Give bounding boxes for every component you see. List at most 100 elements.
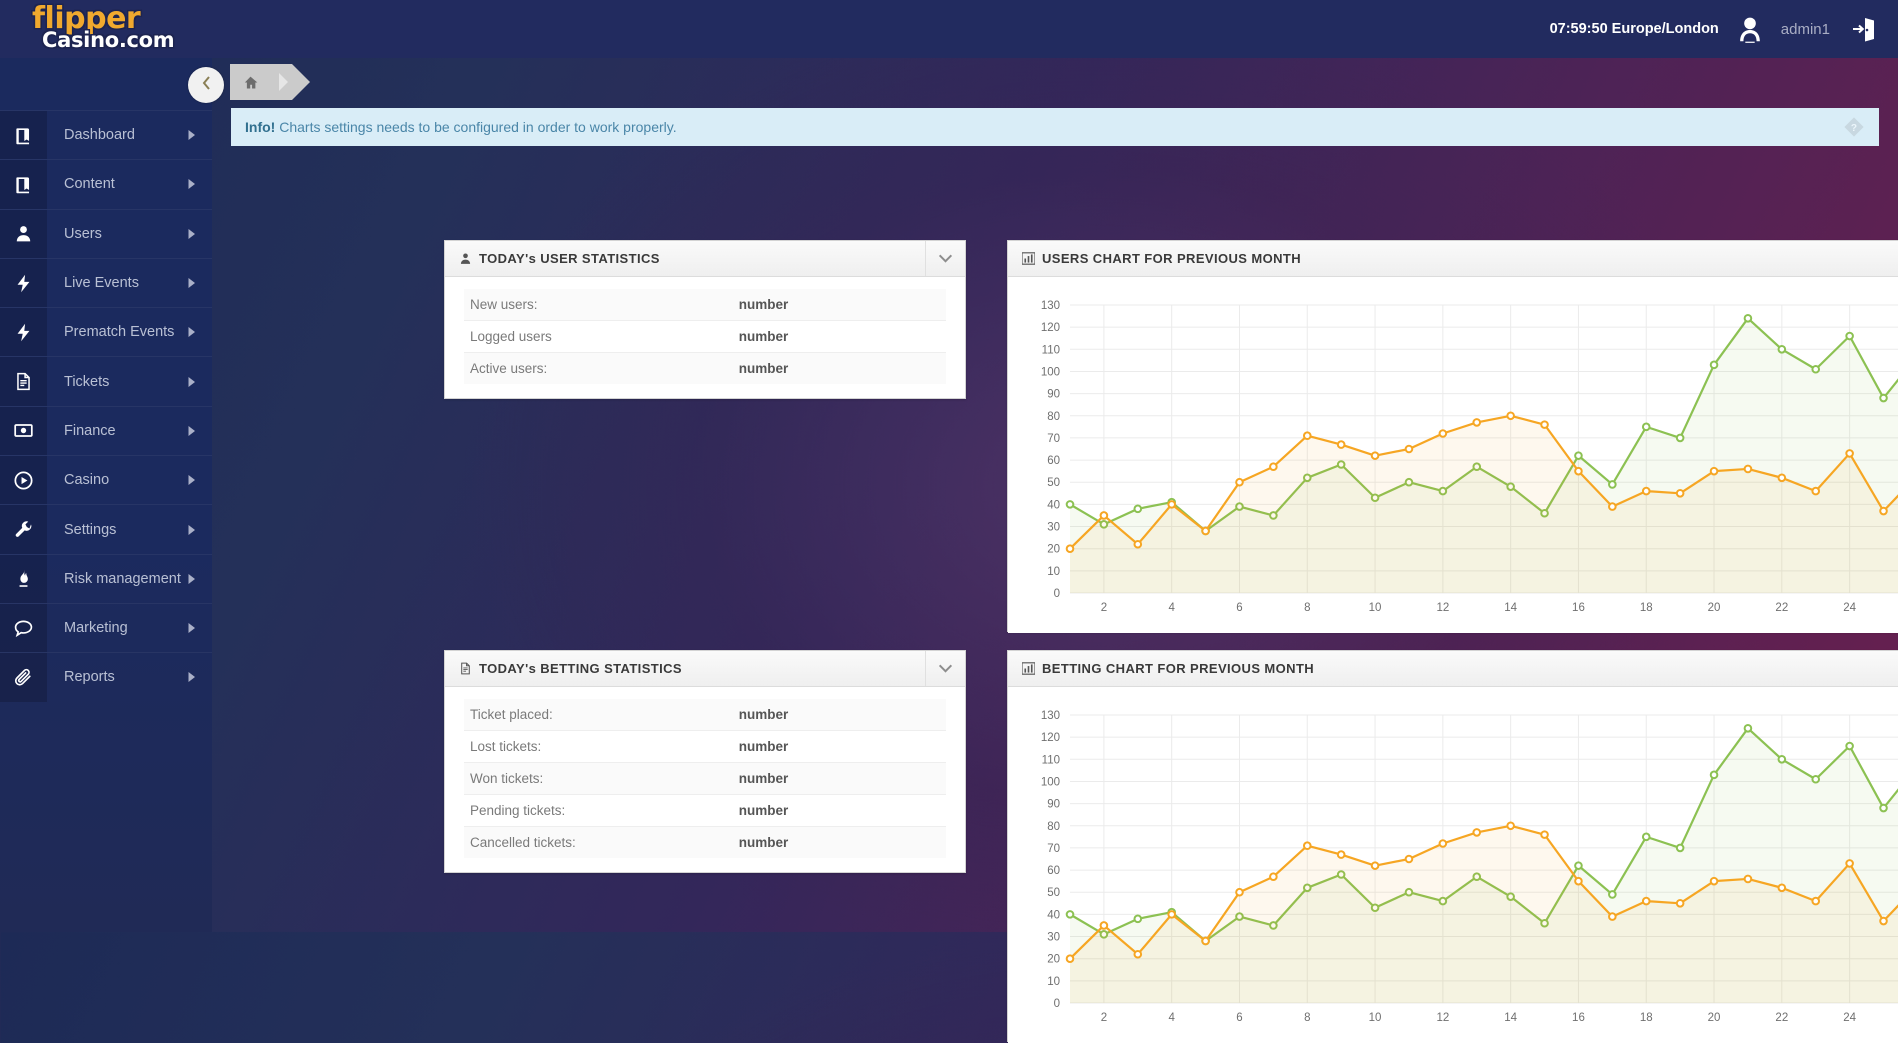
sidebar-item-dashboard[interactable]: Dashboard [0,110,212,159]
svg-text:80: 80 [1047,411,1060,423]
betting-chart-plot[interactable]: 0102030405060708090100110120130246810121… [1008,687,1898,1043]
stat-label: Pending tickets: [464,803,739,818]
money-icon [0,407,47,455]
stat-value: number [739,771,789,786]
svg-text:0: 0 [1054,588,1060,600]
chevron-right-icon [188,623,212,633]
svg-text:40: 40 [1047,909,1060,921]
stat-row: Ticket placed:number [464,699,946,730]
svg-text:20: 20 [1708,602,1721,614]
sidebar-item-casino[interactable]: Casino [0,455,212,504]
panel-collapse-toggle[interactable] [925,241,965,276]
stat-row: New users:number [464,289,946,320]
svg-text:16: 16 [1572,602,1585,614]
sidebar-item-label: Risk management [47,571,188,587]
chat-icon [0,604,47,652]
stat-row: Lost tickets:number [464,731,946,762]
bolt-icon [0,259,47,307]
stat-row: Active users:number [464,353,946,384]
svg-text:30: 30 [1047,932,1060,944]
chevron-right-icon [188,574,212,584]
play-circle-icon [0,456,47,504]
chevron-right-icon [188,179,212,189]
today-betting-statistics-panel: TODAY's BETTING STATISTICS Ticket placed… [444,650,966,873]
sidebar-item-prematch-events[interactable]: Prematch Events [0,307,212,356]
chevron-right-icon [188,672,212,682]
svg-text:18: 18 [1640,1012,1653,1024]
svg-text:130: 130 [1041,300,1060,312]
stat-label: Won tickets: [464,771,739,786]
stat-value: number [739,739,789,754]
panel-header: TODAY's USER STATISTICS [445,241,965,277]
panel-collapse-toggle[interactable] [925,651,965,686]
panel-header: USERS CHART FOR PREVIOUS MONTH [1008,241,1898,277]
sidebar-item-label: Prematch Events [47,324,188,340]
sidebar-item-settings[interactable]: Settings [0,504,212,553]
svg-text:10: 10 [1369,602,1382,614]
sidebar-item-label: Content [47,176,188,192]
sidebar-item-users[interactable]: Users [0,209,212,258]
info-alert: Info! Charts settings needs to be config… [231,108,1879,146]
stat-label: Lost tickets: [464,739,739,754]
logout-door-icon[interactable] [1846,12,1880,46]
chevron-right-icon [188,229,212,239]
stat-label: Ticket placed: [464,707,739,722]
brand-logo[interactable]: flipper Casino.com [32,4,174,51]
chevron-right-icon [188,475,212,485]
book-icon [0,160,47,208]
svg-text:60: 60 [1047,455,1060,467]
breadcrumb[interactable] [230,64,292,100]
sidebar-item-content[interactable]: Content [0,159,212,208]
book-icon [0,111,47,159]
sidebar-item-label: Casino [47,472,188,488]
users-chart-body: 0102030405060708090100110120130246810121… [1008,277,1898,633]
sidebar-collapse-toggle[interactable] [188,67,224,103]
breadcrumb-bar [212,58,1898,110]
stat-label: Cancelled tickets: [464,835,739,850]
question-diamond-icon[interactable]: ? [1843,116,1865,138]
svg-text:100: 100 [1041,776,1060,788]
bolt-icon [0,308,47,356]
bar-chart-icon [1022,662,1035,675]
stat-value: number [739,361,789,376]
users-chart-plot[interactable]: 0102030405060708090100110120130246810121… [1008,277,1898,633]
stat-row: Logged usersnumber [464,321,946,352]
sidebar-item-finance[interactable]: Finance [0,406,212,455]
svg-text:20: 20 [1047,544,1060,556]
svg-text:?: ? [1851,123,1857,134]
svg-text:20: 20 [1047,954,1060,966]
panel-header: TODAY's BETTING STATISTICS [445,651,965,687]
svg-text:70: 70 [1047,843,1060,855]
info-alert-message: Charts settings needs to be configured i… [275,119,676,135]
svg-text:90: 90 [1047,389,1060,401]
sidebar-top [0,58,212,110]
sidebar-item-live-events[interactable]: Live Events [0,258,212,307]
svg-text:40: 40 [1047,499,1060,511]
user-avatar-icon [1735,14,1765,44]
svg-text:8: 8 [1304,602,1310,614]
betting-statistics-list: Ticket placed:numberLost tickets:numberW… [445,687,965,872]
sidebar-item-reports[interactable]: Reports [0,652,212,701]
username-label: admin1 [1781,21,1830,38]
svg-text:4: 4 [1168,1012,1175,1024]
svg-text:30: 30 [1047,522,1060,534]
bar-chart-icon [1022,252,1035,265]
svg-text:10: 10 [1047,976,1060,988]
chevron-right-icon [188,377,212,387]
betting-chart-body: 0102030405060708090100110120130246810121… [1008,687,1898,1043]
svg-text:24: 24 [1843,602,1856,614]
sidebar-item-tickets[interactable]: Tickets [0,356,212,405]
sidebar-item-risk-management[interactable]: Risk management [0,554,212,603]
stat-value: number [739,329,789,344]
stat-row: Cancelled tickets:number [464,827,946,858]
betting-chart-panel: BETTING CHART FOR PREVIOUS MONTH 0102030… [1007,650,1898,1042]
svg-text:10: 10 [1369,1012,1382,1024]
home-icon[interactable] [243,75,258,90]
svg-text:14: 14 [1504,602,1517,614]
svg-text:0: 0 [1054,998,1060,1010]
chevron-right-icon [188,130,212,140]
file-icon [0,357,47,405]
info-alert-text: Info! Charts settings needs to be config… [245,119,677,135]
svg-text:6: 6 [1236,602,1242,614]
sidebar-item-marketing[interactable]: Marketing [0,603,212,652]
